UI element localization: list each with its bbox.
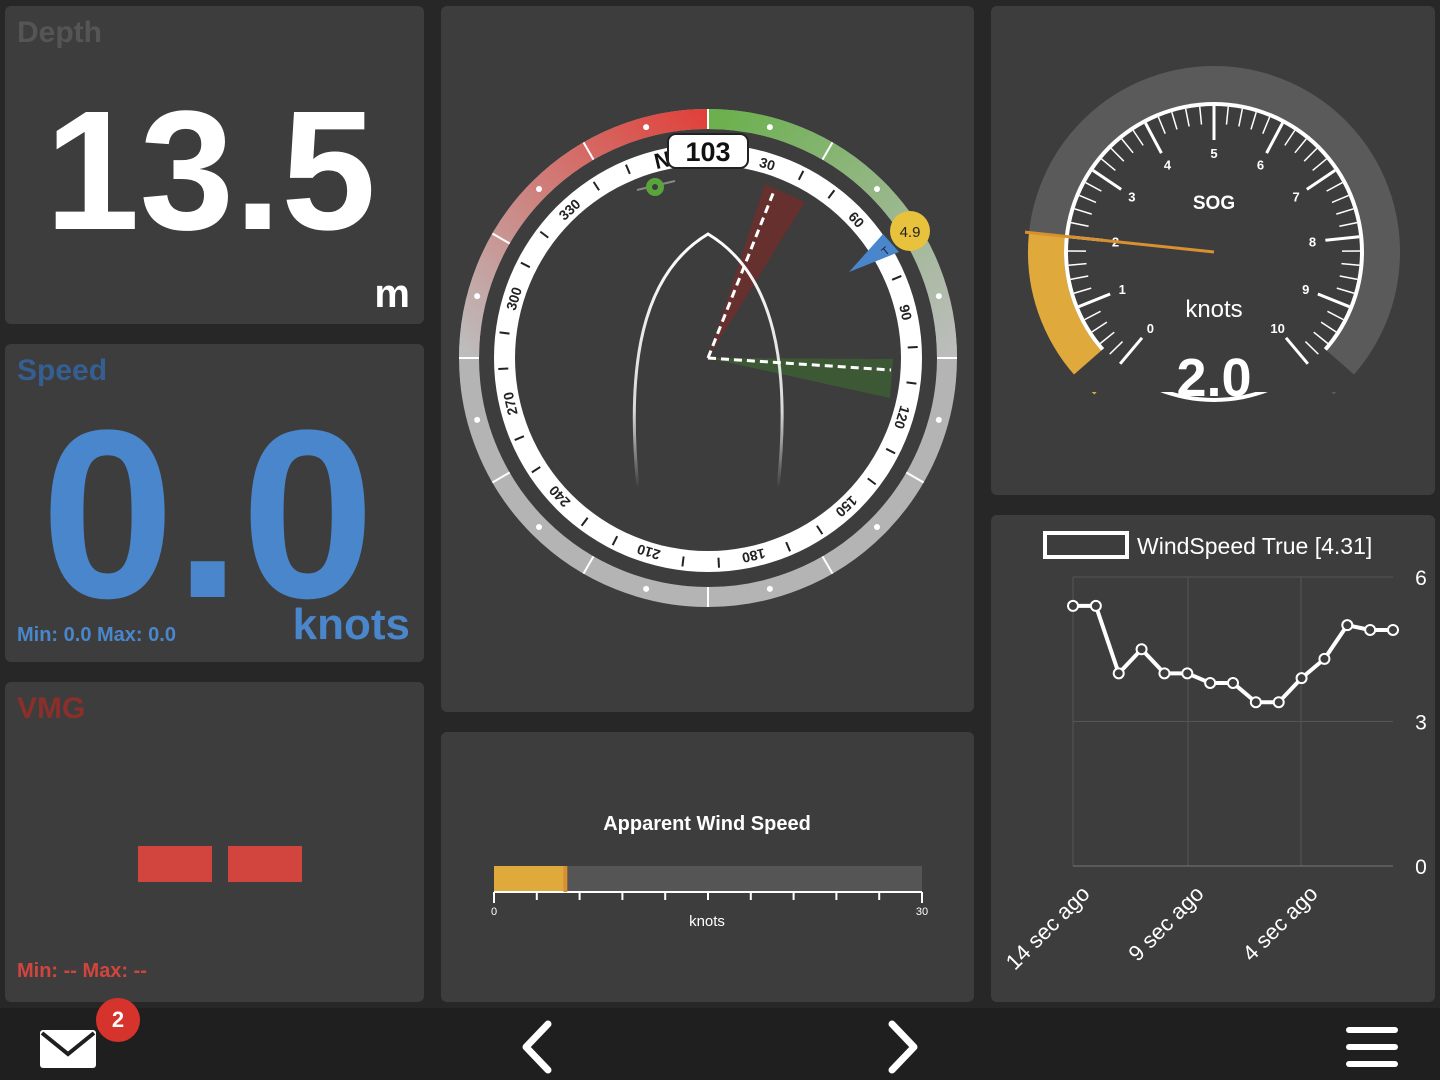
outer-ring-dot <box>766 124 773 131</box>
heading-value: 103 <box>685 137 730 167</box>
chart-data-point <box>1112 667 1125 680</box>
chart-data-point <box>1387 623 1399 636</box>
aws-bar-fill <box>494 866 566 892</box>
outer-ring-dot <box>873 186 880 193</box>
aws-linear-gauge: Apparent Wind Speed 0 30 knots <box>491 813 928 930</box>
messages-button[interactable] <box>38 1026 100 1072</box>
sog-tick-label: 5 <box>1210 146 1217 161</box>
sog-value: 2.0 <box>1176 348 1251 408</box>
chart-data-point <box>1135 643 1148 656</box>
outer-ring-dot <box>643 585 650 592</box>
compass-card-tick <box>906 381 917 385</box>
vmg-dash-left <box>138 846 212 882</box>
chart-data-point <box>1227 676 1239 689</box>
vmg-minmax: Min: -- Max: -- <box>17 960 147 982</box>
chart-y-tick-label: 3 <box>1415 712 1427 735</box>
chart-data-point <box>1067 599 1079 612</box>
speed-panel: Speed 0.0 knots Min: 0.0 Max: 0.0 <box>5 344 424 662</box>
outer-ring-dot <box>474 293 481 300</box>
chevron-left-icon <box>522 1020 552 1074</box>
chart-data-point <box>1295 672 1308 685</box>
chart-legend-swatch <box>1043 531 1129 559</box>
speed-value: 0.0 <box>41 380 375 648</box>
next-page-button[interactable] <box>882 1020 922 1074</box>
chart-legend-label: WindSpeed True [4.31] <box>1137 533 1372 559</box>
chart-x-tick-label: 14 sec ago <box>1001 881 1095 975</box>
chart-data-point <box>1249 696 1262 709</box>
vmg-dash-right <box>228 846 302 882</box>
outer-ring-dot <box>474 416 481 423</box>
compass-card-tick <box>907 346 918 349</box>
sog-tick-label: 4 <box>1164 158 1172 173</box>
previous-page-button[interactable] <box>518 1020 558 1074</box>
chart-data-point <box>1158 667 1171 680</box>
windspeed-chart-panel: WindSpeed True [4.31] 6 3 0 14 sec ago 9 sec… <box>991 515 1435 1002</box>
compass-card-tick <box>717 557 720 568</box>
compass-card-tick <box>681 556 685 567</box>
aws-max-label: 30 <box>916 906 928 918</box>
outer-ring-dot <box>873 523 880 530</box>
aws-min-label: 0 <box>491 906 497 918</box>
compass-card-tick <box>499 331 510 335</box>
sog-tick-label: 1 <box>1119 282 1126 297</box>
wind-compass: 306090120150180210240270300330N 1034.9T <box>459 109 957 607</box>
sog-panel: 012345678910 SOG knots 2.0 <box>991 6 1435 495</box>
depth-panel: Depth 13.5 m <box>5 6 424 324</box>
chevron-right-icon <box>888 1020 918 1074</box>
notification-badge: 2 <box>96 998 140 1042</box>
chart-data-point <box>1089 599 1102 612</box>
chart-data-point <box>1204 676 1217 689</box>
outer-ring-dot <box>536 186 543 193</box>
aws-bar-pointer <box>563 866 568 892</box>
sog-tick-label: 6 <box>1257 158 1264 173</box>
sog-tick-label: 7 <box>1292 190 1299 205</box>
outer-ring-dot <box>935 293 942 300</box>
sog-tick-label: 8 <box>1309 235 1316 250</box>
speed-unit: knots <box>292 600 410 649</box>
chart-x-tick-label: 9 sec ago <box>1123 881 1208 966</box>
aws-unit: knots <box>689 913 725 930</box>
chart-data-point <box>1272 696 1285 709</box>
outer-ring-dot <box>536 523 543 530</box>
vmg-panel: VMG Min: -- Max: -- <box>5 682 424 1002</box>
depth-unit: m <box>374 272 410 316</box>
chart-data-point <box>1364 623 1377 636</box>
speed-minmax: Min: 0.0 Max: 0.0 <box>17 624 176 646</box>
sog-tick-label: 10 <box>1270 321 1284 336</box>
chart-y-tick-label: 0 <box>1415 856 1427 879</box>
sog-unit: knots <box>1185 296 1242 323</box>
wind-speed-badge-value: 4.9 <box>900 224 921 241</box>
sog-label: SOG <box>1193 193 1235 214</box>
compass-card-tick <box>498 367 509 370</box>
hamburger-icon <box>1346 1027 1398 1067</box>
sog-tick-label: 3 <box>1128 190 1135 205</box>
sog-tick-label: 0 <box>1147 321 1154 336</box>
footer-bar <box>0 1008 1440 1080</box>
chart-data-point <box>1318 652 1331 665</box>
depth-title: Depth <box>17 16 102 49</box>
vmg-title: VMG <box>17 692 86 725</box>
menu-button[interactable] <box>1344 1022 1400 1072</box>
windspeed-chart: WindSpeed True [4.31] 6 3 0 14 sec ago 9 sec… <box>1001 531 1427 975</box>
outer-ring-dot <box>766 585 773 592</box>
wind-compass-panel: 30 60 90 120 150 180 210 240 270 300 330 N 103 4.9 T <box>441 6 974 712</box>
depth-value: 13.5 <box>45 76 376 266</box>
outer-ring-dot <box>935 416 942 423</box>
chart-y-tick-label: 6 <box>1415 567 1427 590</box>
chart-data-point <box>1341 619 1354 632</box>
chart-data-point <box>1181 667 1194 680</box>
aws-title: Apparent Wind Speed <box>603 813 811 835</box>
chart-x-tick-label: 4 sec ago <box>1237 881 1322 966</box>
outer-ring-dot <box>643 124 650 131</box>
sog-gauge: 012345678910 SOG knots 2.0 <box>1024 66 1400 408</box>
sog-tick-label: 9 <box>1302 282 1309 297</box>
aws-ticks <box>493 892 923 903</box>
aws-panel: Apparent Wind Speed 0 30 knots <box>441 732 974 1002</box>
waypoint-marker-core <box>652 184 658 190</box>
